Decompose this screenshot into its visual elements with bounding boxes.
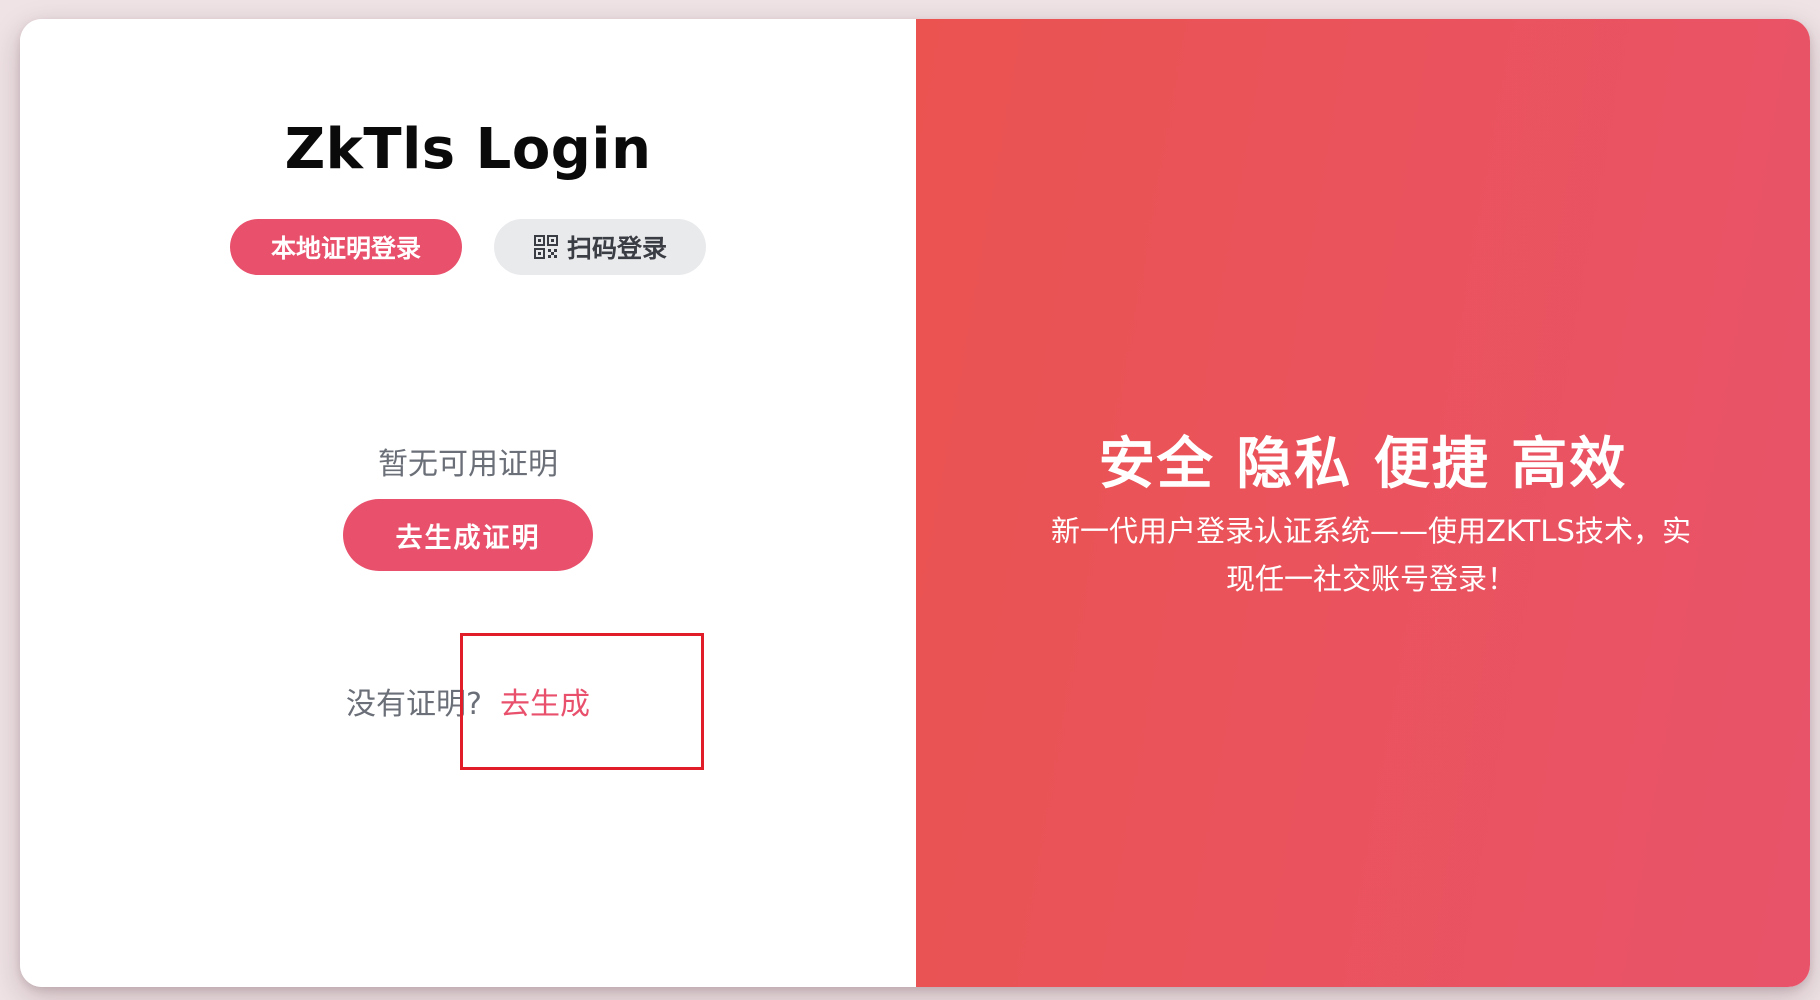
tab-local-proof-login[interactable]: 本地证明登录 (230, 219, 462, 275)
qr-code-icon (533, 234, 559, 260)
login-panel: ZkTls Login 本地证明登录 扫码登录 暂无可用证明 去生成证明 没有证… (20, 19, 916, 987)
login-tabs: 本地证明登录 扫码登录 (20, 219, 916, 275)
login-card: ZkTls Login 本地证明登录 扫码登录 暂无可用证明 去生成证明 没有证… (20, 19, 1810, 987)
tab-scan-label: 扫码登录 (566, 234, 667, 263)
promo-slogan: 安全 隐私 便捷 高效 (1098, 432, 1628, 497)
promo-description: 新一代用户登录认证系统——使用ZKTLS技术，实现任一社交账号登录！ (1051, 514, 1691, 596)
highlight-box (460, 633, 704, 770)
tab-local-label: 本地证明登录 (270, 234, 421, 263)
tab-scan-login[interactable]: 扫码登录 (494, 219, 706, 275)
promo-panel: 安全 隐私 便捷 高效 新一代用户登录认证系统——使用ZKTLS技术，实现任一社… (916, 19, 1810, 987)
page-title: ZkTls Login (284, 117, 652, 182)
generate-proof-button[interactable]: 去生成证明 (343, 499, 593, 571)
empty-proof-message: 暂无可用证明 (378, 447, 558, 482)
